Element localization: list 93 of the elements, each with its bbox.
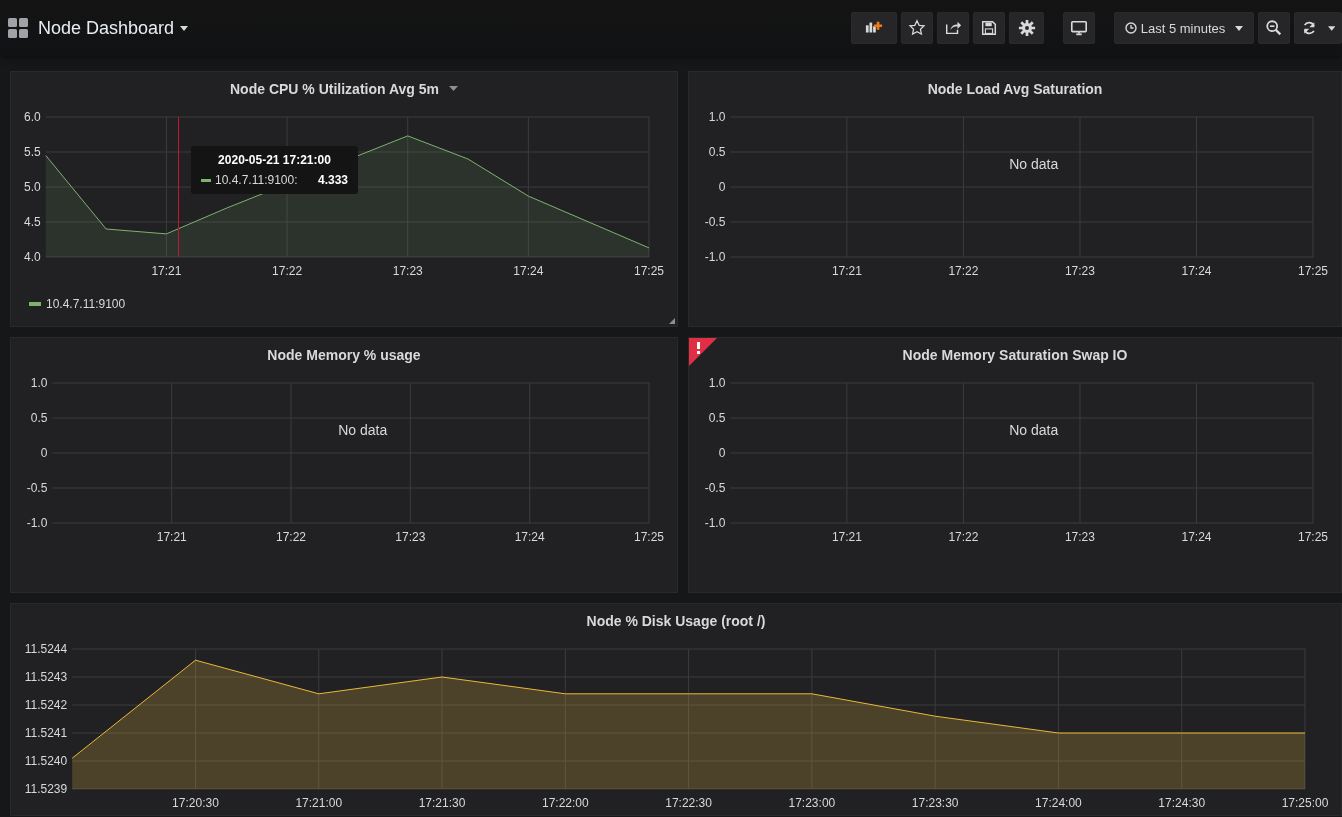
axis-label: 17:23 [1064, 264, 1095, 278]
axis-label: 0 [40, 446, 48, 460]
axis-label: 11.5243 [24, 670, 68, 684]
axis-label: 17:25 [1298, 264, 1328, 278]
legend-swatch-icon [201, 178, 211, 182]
star-icon [908, 19, 926, 37]
clock-icon [1124, 22, 1137, 34]
axis-label: 17:24 [513, 264, 544, 278]
axis-label: 17:24:30 [1158, 796, 1206, 810]
settings-icon [1017, 19, 1036, 37]
axis-label: 1.0 [708, 376, 726, 390]
panel-title[interactable]: Node Memory Saturation Swap IO [902, 346, 1128, 363]
tooltip-time: 2020-05-21 17:21:00 [217, 153, 332, 167]
axis-label: 17:22:00 [541, 796, 589, 810]
axis-label: 11.5244 [24, 642, 68, 656]
axis-label: 17:22 [276, 530, 307, 544]
save-button[interactable] [973, 12, 1005, 44]
panel-title[interactable]: Node CPU % Utilization Avg 5m [230, 80, 439, 97]
settings-button[interactable] [1009, 12, 1044, 44]
axis-label: -0.5 [704, 481, 726, 495]
axis-label: 17:23:00 [788, 796, 836, 810]
caret-icon [1235, 25, 1244, 31]
legend-label[interactable]: 10.4.7.11:9100 [46, 297, 126, 311]
panel-title[interactable]: Node % Disk Usage (root /) [586, 612, 766, 629]
axis-label: 17:22 [948, 264, 979, 278]
axis-label: 17:22 [948, 530, 979, 544]
axis-label: -0.5 [26, 481, 48, 495]
panel-title[interactable]: Node Memory % usage [267, 346, 421, 363]
tooltip-series: 10.4.7.11:9100: [215, 173, 298, 187]
axis-label: 17:21 [156, 530, 187, 544]
axis-label: 0 [718, 446, 726, 460]
axis-label: 11.5240 [24, 754, 68, 768]
axis-label: 17:22:30 [665, 796, 712, 810]
axis-label: 17:25 [634, 264, 664, 278]
axis-label: 0.5 [708, 411, 726, 425]
axis-label: 17:23 [395, 530, 426, 544]
refresh-icon [1301, 19, 1318, 37]
no-data-message: No data [1009, 422, 1059, 438]
save-icon [980, 19, 998, 37]
zoom-out-button[interactable] [1258, 12, 1290, 44]
axis-label: -1.0 [704, 250, 726, 264]
caret-icon[interactable] [180, 25, 189, 31]
axis-label: 17:21 [831, 530, 862, 544]
monitor-icon [1070, 19, 1088, 37]
axis-label: 0.5 [708, 145, 726, 159]
axis-label: 17:21 [151, 264, 182, 278]
axis-label: 17:25:00 [1281, 796, 1329, 810]
dashboard-title[interactable]: Node Dashboard [38, 17, 175, 39]
axis-label: 17:20:30 [172, 796, 219, 810]
axis-label: 0.5 [30, 411, 48, 425]
no-data-message: No data [1009, 156, 1059, 172]
axis-label: 17:25 [634, 530, 664, 544]
axis-label: 1.0 [708, 110, 726, 124]
axis-label: 1.0 [30, 376, 48, 390]
axis-label: 17:21:30 [418, 796, 466, 810]
axis-label: 11.5242 [24, 698, 68, 712]
axis-label: 17:21:00 [295, 796, 343, 810]
axis-label: 17:25 [1298, 530, 1328, 544]
axis-label: 11.5239 [24, 782, 68, 796]
axis-label: 17:22 [272, 264, 303, 278]
resize-handle-icon[interactable] [669, 318, 675, 324]
axis-label: 4.0 [24, 250, 41, 264]
axis-label: 17:23:30 [911, 796, 959, 810]
legend-swatch-icon [29, 302, 41, 306]
axis-label: 17:23 [1064, 530, 1095, 544]
tv-button[interactable] [1063, 12, 1095, 44]
no-data-message: No data [338, 422, 388, 438]
dashboard-grid-icon [8, 18, 28, 38]
axis-label: 17:24 [1181, 530, 1212, 544]
axis-label: 5.5 [24, 145, 41, 159]
axis-label: 17:21 [831, 264, 862, 278]
star-button[interactable] [901, 12, 933, 44]
axis-label: -0.5 [704, 215, 726, 229]
axis-label: 17:24 [514, 530, 545, 544]
alert-icon[interactable] [689, 338, 717, 366]
axis-label: 17:24:00 [1035, 796, 1082, 810]
refresh-button[interactable] [1294, 12, 1342, 44]
time-range-picker[interactable]: Last 5 minutes [1114, 12, 1254, 44]
axis-label: 4.5 [24, 215, 41, 229]
axis-label: 5.0 [24, 180, 41, 194]
caret-icon [1327, 25, 1335, 31]
axis-label: 0 [718, 180, 726, 194]
axis-label: 6.0 [24, 110, 41, 124]
zoom-out-icon [1265, 19, 1283, 37]
share-button[interactable] [937, 12, 969, 44]
axis-label: 11.5241 [24, 726, 68, 740]
axis-label: 17:24 [1181, 264, 1212, 278]
add-panel-button[interactable] [851, 12, 897, 44]
tooltip-value: 4.333 [317, 173, 348, 187]
axis-label: -1.0 [26, 516, 48, 530]
axis-label: -1.0 [704, 516, 726, 530]
axis-label: 17:23 [392, 264, 423, 278]
panel-title[interactable]: Node Load Avg Saturation [927, 80, 1103, 97]
